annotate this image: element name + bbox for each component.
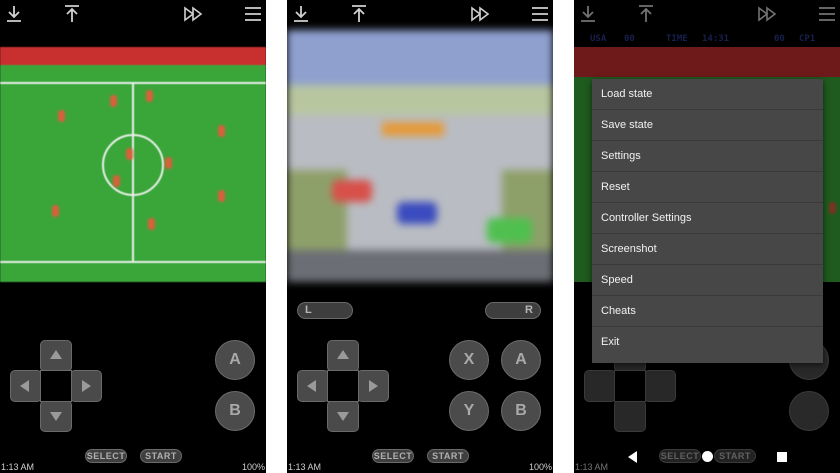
car-red	[332, 180, 372, 202]
game-screen[interactable]	[287, 30, 553, 282]
player-sprite	[113, 175, 120, 187]
home-icon[interactable]	[702, 451, 713, 462]
back-icon[interactable]	[628, 451, 637, 463]
download-icon[interactable]	[3, 3, 25, 25]
player-sprite	[126, 148, 133, 160]
menu-item-settings[interactable]: Settings	[592, 141, 823, 172]
a-button[interactable]: A	[501, 340, 541, 380]
player-sprite	[146, 90, 153, 102]
fast-forward-icon[interactable]	[469, 3, 491, 25]
dpad-center	[40, 370, 72, 402]
player-sprite	[218, 125, 225, 137]
select-button[interactable]: SELECT	[85, 449, 127, 463]
pitch-lines	[0, 82, 266, 263]
left-arrow-icon	[307, 380, 316, 392]
track-shadow	[287, 250, 553, 282]
menu-item-save-state[interactable]: Save state	[592, 110, 823, 141]
upload-icon[interactable]	[61, 3, 83, 25]
up-arrow-icon	[337, 350, 349, 359]
player-sprite	[165, 157, 172, 169]
menu-item-controller-settings[interactable]: Controller Settings	[592, 203, 823, 234]
status-battery: 100%	[241, 462, 265, 472]
emulator-toolbar	[287, 0, 553, 28]
right-arrow-icon	[82, 380, 91, 392]
start-button[interactable]: START	[427, 449, 469, 463]
player-sprite	[110, 95, 117, 107]
l-shoulder-button[interactable]: L	[297, 302, 353, 319]
game-screen[interactable]	[0, 30, 266, 282]
dpad[interactable]	[10, 340, 102, 432]
upload-icon[interactable]	[348, 3, 370, 25]
recents-icon[interactable]	[777, 452, 787, 462]
car-blue	[397, 202, 437, 224]
player-sprite	[52, 205, 59, 217]
score-bar	[0, 47, 266, 65]
down-arrow-icon	[50, 412, 62, 421]
menu-item-load-state[interactable]: Load state	[592, 79, 823, 110]
phone-screen-racing: L R X A Y B SELECT START 1:13 AM 100%	[287, 0, 553, 473]
up-arrow-icon	[50, 350, 62, 359]
r-shoulder-button[interactable]: R	[485, 302, 541, 319]
menu-item-exit[interactable]: Exit	[592, 327, 823, 358]
menu-item-screenshot[interactable]: Screenshot	[592, 234, 823, 265]
right-arrow-icon	[369, 380, 378, 392]
emulator-toolbar	[0, 0, 266, 28]
b-button[interactable]: B	[215, 391, 255, 431]
status-battery: 100%	[528, 462, 552, 472]
start-button[interactable]: START	[140, 449, 182, 463]
b-button[interactable]: B	[501, 391, 541, 431]
dpad-center	[327, 370, 359, 402]
player-sprite	[218, 190, 225, 202]
car-green	[487, 218, 532, 243]
fast-forward-icon[interactable]	[182, 3, 204, 25]
menu-item-reset[interactable]: Reset	[592, 172, 823, 203]
select-button[interactable]: SELECT	[372, 449, 414, 463]
y-button[interactable]: Y	[449, 391, 489, 431]
phone-screen-soccer: A B SELECT START 1:13 AM 100%	[0, 0, 266, 473]
status-time: 1:13 AM	[1, 462, 35, 472]
download-icon[interactable]	[290, 3, 312, 25]
menu-item-speed[interactable]: Speed	[592, 265, 823, 296]
player-sprite	[148, 218, 155, 230]
left-arrow-icon	[20, 380, 29, 392]
android-nav-bar	[574, 443, 840, 473]
a-button[interactable]: A	[215, 340, 255, 380]
status-time: 1:13 AM	[288, 462, 322, 472]
x-button[interactable]: X	[449, 340, 489, 380]
menu-item-cheats[interactable]: Cheats	[592, 296, 823, 327]
track-sign	[382, 122, 444, 136]
hamburger-menu-icon[interactable]	[529, 3, 551, 25]
phone-screen-menu: USA 00 TIME 14:31 00 CP1 SELECT START 1:…	[574, 0, 840, 473]
down-arrow-icon	[337, 412, 349, 421]
dpad[interactable]	[297, 340, 389, 432]
player-sprite	[58, 110, 65, 122]
options-menu: Load state Save state Settings Reset Con…	[592, 79, 823, 363]
hamburger-menu-icon[interactable]	[242, 3, 264, 25]
